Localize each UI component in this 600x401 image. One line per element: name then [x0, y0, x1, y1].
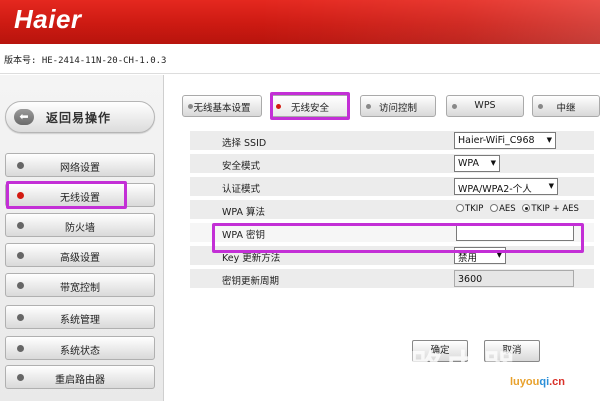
row-wpa-algorithm: WPA 算法 TKIP AES TKIP + AES: [190, 200, 594, 220]
row-auth-mode: 认证模式 WPA/WPA2-个人 ▼: [190, 177, 594, 197]
security-mode-select[interactable]: WPA ▼: [454, 155, 500, 172]
radio-tkip-aes[interactable]: TKIP + AES: [522, 204, 579, 214]
sidebar-item-advanced[interactable]: 高级设置: [5, 243, 155, 267]
row-key-update-period: 密钥更新周期: [190, 269, 594, 289]
sidebar-item-network[interactable]: 网络设置: [5, 153, 155, 177]
back-button-label: 返回易操作: [46, 111, 112, 125]
watermark-text: 路由器: [410, 348, 518, 388]
tab-bar: 无线基本设置 无线安全 访问控制 WPS 中继: [182, 95, 600, 117]
watermark-url-part: luyou: [510, 376, 540, 388]
sidebar-item-firewall[interactable]: 防火墙: [5, 213, 155, 237]
haier-logo: Haier: [14, 4, 82, 34]
security-mode-value: WPA: [458, 158, 480, 169]
wpa-key-label: WPA 密钥: [222, 230, 266, 241]
sidebar-item-system-management[interactable]: 系统管理: [5, 305, 155, 329]
sidebar-item-wireless[interactable]: 无线设置: [5, 183, 155, 207]
tab-label: 中继: [556, 103, 576, 114]
radio-icon: [490, 204, 499, 212]
ssid-select-value: Haier-WiFi_C968: [458, 135, 535, 146]
wpa-algorithm-radios: TKIP AES TKIP + AES: [456, 201, 583, 214]
row-wpa-key: WPA 密钥: [190, 223, 594, 243]
auth-mode-select[interactable]: WPA/WPA2-个人 ▼: [454, 178, 558, 195]
sidebar-item-label: 重启路由器: [55, 375, 105, 386]
key-update-method-value: 禁用: [458, 253, 478, 264]
radio-checked-icon: [522, 204, 531, 212]
tab-label: 无线基本设置: [193, 103, 251, 114]
key-update-period-input[interactable]: [454, 270, 574, 287]
tab-label: 无线安全: [290, 103, 329, 114]
tab-repeater[interactable]: 中继: [532, 95, 600, 117]
radio-tkip-aes-label: TKIP + AES: [531, 204, 579, 214]
security-mode-label: 安全模式: [222, 161, 261, 172]
sidebar-item-label: 系统状态: [60, 346, 100, 357]
watermark-url: luyouqi.cn: [510, 376, 565, 388]
dropdown-arrow-icon: ▼: [496, 251, 502, 259]
dropdown-arrow-icon: ▼: [490, 159, 496, 167]
sidebar-item-label: 高级设置: [60, 253, 100, 264]
ssid-label: 选择 SSID: [222, 138, 267, 149]
auth-mode-value: WPA/WPA2-个人: [458, 184, 532, 195]
row-key-update-method: Key 更新方法 禁用 ▼: [190, 246, 594, 266]
dropdown-arrow-icon: ▼: [546, 136, 552, 144]
sidebar: ⬅ 返回易操作 网络设置 无线设置 防火墙 高级设置 带宽控制 系统管理 系统状…: [0, 75, 164, 401]
tab-wps[interactable]: WPS: [446, 95, 524, 117]
ssid-select[interactable]: Haier-WiFi_C968 ▼: [454, 132, 556, 149]
sidebar-item-reboot[interactable]: 重启路由器: [5, 365, 155, 389]
sidebar-item-label: 系统管理: [60, 315, 100, 326]
version-bar: 版本号: HE-2414-11N-20-CH-1.0.3: [0, 44, 600, 74]
radio-icon: [456, 204, 464, 212]
header-shine: [260, 0, 600, 44]
watermark-logo-icon: [356, 338, 402, 384]
sidebar-item-label: 带宽控制: [60, 283, 100, 294]
watermark-url-part: .cn: [549, 376, 566, 388]
row-security-mode: 安全模式 WPA ▼: [190, 154, 594, 174]
tab-label: WPS: [474, 100, 496, 111]
radio-aes[interactable]: AES: [490, 204, 516, 214]
tab-wireless-security[interactable]: 无线安全: [270, 95, 350, 117]
row-ssid: 选择 SSID Haier-WiFi_C968 ▼: [190, 131, 594, 151]
tab-label: 访问控制: [378, 103, 417, 114]
tab-access-control[interactable]: 访问控制: [360, 95, 436, 117]
header-bar: Haier: [0, 0, 600, 44]
key-update-period-label: 密钥更新周期: [222, 276, 280, 287]
tab-wireless-basic[interactable]: 无线基本设置: [182, 95, 262, 117]
firmware-version: 版本号: HE-2414-11N-20-CH-1.0.3: [4, 56, 167, 66]
sidebar-item-system-status[interactable]: 系统状态: [5, 336, 155, 360]
sidebar-item-label: 无线设置: [60, 193, 100, 204]
watermark-url-part: qi: [539, 376, 550, 388]
sidebar-item-label: 防火墙: [65, 223, 95, 234]
key-update-method-label: Key 更新方法: [222, 253, 281, 264]
radio-tkip[interactable]: TKIP: [456, 204, 483, 214]
sidebar-item-bandwidth[interactable]: 带宽控制: [5, 273, 155, 297]
key-update-method-select[interactable]: 禁用 ▼: [454, 247, 506, 264]
wpa-algorithm-label: WPA 算法: [222, 207, 266, 218]
sidebar-item-label: 网络设置: [60, 163, 100, 174]
back-arrow-icon: ⬅: [14, 109, 34, 125]
radio-aes-label: AES: [499, 204, 516, 214]
wpa-key-input[interactable]: [456, 224, 574, 241]
back-to-easy-mode-button[interactable]: ⬅ 返回易操作: [5, 101, 155, 133]
dropdown-arrow-icon: ▼: [548, 182, 554, 190]
auth-mode-label: 认证模式: [222, 184, 261, 195]
radio-tkip-label: TKIP: [465, 204, 484, 214]
